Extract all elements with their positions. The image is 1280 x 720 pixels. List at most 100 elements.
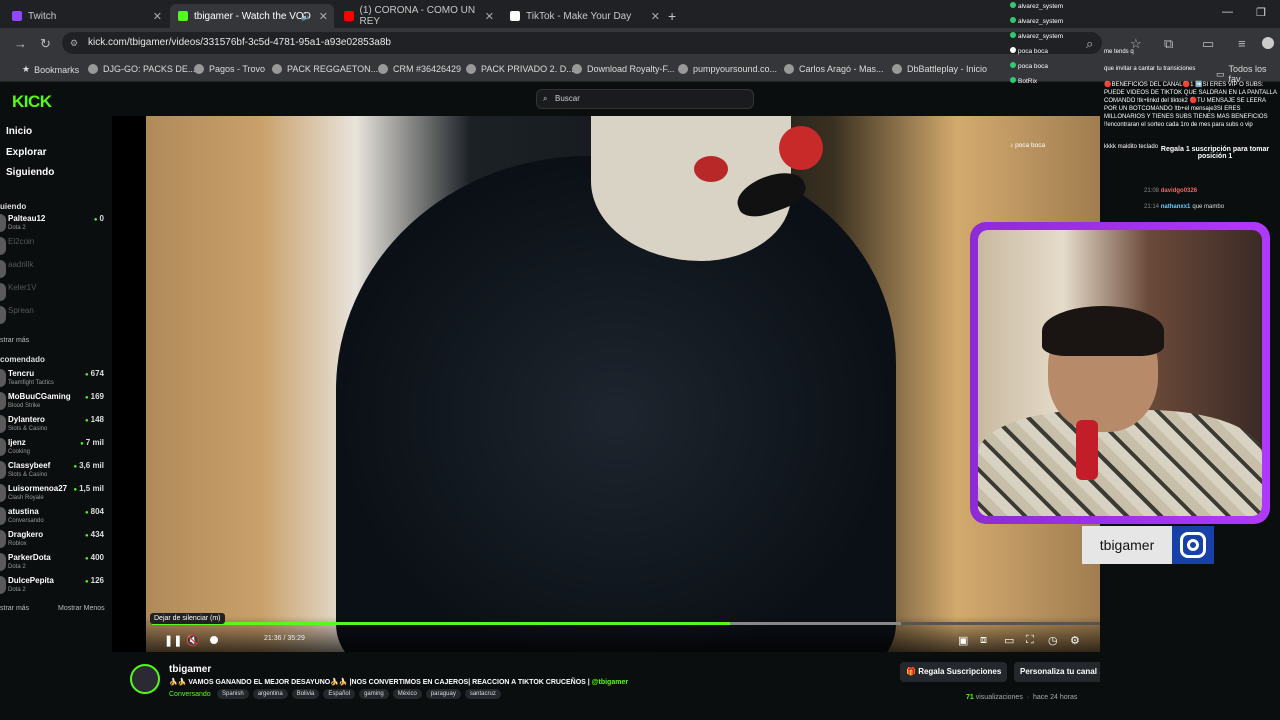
sidebar-channel[interactable]: MoBuuCGaming Blood Strike 169 — [0, 390, 108, 412]
progress-bar[interactable] — [152, 622, 1100, 625]
tag-pill[interactable]: paraguay — [425, 689, 461, 699]
theater-icon[interactable]: ▭ — [1004, 634, 1014, 647]
sidebar-nav-explorar[interactable]: Explorar — [6, 147, 47, 158]
personalize-button[interactable]: Personaliza tu canal ⇗ — [1014, 662, 1112, 682]
overlay-benefits: 🔴BENEFICIOS DEL CANAL🔴1 ➡️SI ERES VIP O … — [1104, 82, 1277, 128]
avatar — [0, 237, 6, 255]
close-icon[interactable]: ✕ — [153, 10, 162, 23]
overlay-message: que invitar a cantar tu transiciones — [1104, 66, 1196, 72]
sidebar-channel[interactable]: Classybeef Slots & Casino 3,6 mil — [0, 459, 108, 481]
volume-slider[interactable] — [210, 636, 218, 644]
bookmark-item[interactable]: DJG-GO: PACKS DE... — [88, 64, 195, 74]
bookmark-item[interactable]: Pagos - Trovo — [194, 64, 265, 74]
bookmark-item[interactable]: PACK REGGAETON... — [272, 64, 378, 74]
tab-kick-vod[interactable]: tbigamer - Watch the VOD 🔈 ✕ — [170, 4, 334, 28]
gift-icon: 🎁 — [906, 667, 919, 676]
tag-pill[interactable]: Español — [323, 689, 356, 699]
channel-name: Sprean — [8, 306, 34, 315]
sidebar-channel[interactable]: Dylantero Slots & Casino 148 — [0, 413, 108, 435]
tag-pill[interactable]: argentina — [252, 689, 288, 699]
following-header: uiendo — [0, 202, 27, 211]
search-input[interactable]: ⌕ Buscar — [536, 89, 754, 109]
bookmark-item[interactable]: PACK PRIVADO 2. D... — [466, 64, 574, 74]
sidebar-channel[interactable]: Dragkero Roblox 434 — [0, 528, 108, 550]
sidebar-channel[interactable]: atustina Conversando 804 — [0, 505, 108, 527]
show-less[interactable]: Mostrar Menos — [58, 605, 105, 612]
bookmark-item[interactable]: pumpyoursound.co... — [678, 64, 777, 74]
forward-icon[interactable]: → — [14, 36, 27, 51]
bookmark-item[interactable]: DbBattleplay - Inicio — [892, 64, 987, 74]
bookmark-item[interactable]: CRM #36426429 — [378, 64, 461, 74]
sidebar-channel[interactable]: Tencru Teamfight Tactics 674 — [0, 367, 108, 389]
views-meta: 71 visualizaciones · hace 24 horas — [966, 694, 1078, 701]
channel-game: Roblox — [8, 541, 27, 547]
speaker-icon[interactable]: 🔈 — [301, 11, 312, 22]
reload-icon[interactable]: ↻ — [40, 36, 51, 52]
tab-youtube[interactable]: (1) CORONA - COMO UN REY ✕ — [336, 4, 500, 28]
video-frame[interactable] — [146, 116, 1100, 652]
sidebar-channel[interactable]: Palteau12 Dota 2 0 — [0, 212, 108, 234]
close-icon[interactable]: ✕ — [319, 10, 328, 23]
avatar — [0, 507, 6, 525]
close-icon[interactable]: ✕ — [651, 10, 660, 23]
category-link[interactable]: Conversando — [169, 691, 211, 698]
sidebar-nav-inicio[interactable]: Inicio — [6, 126, 32, 137]
tab-twitch[interactable]: Twitch ✕ — [4, 4, 168, 28]
tab-tiktok[interactable]: TikTok - Make Your Day ✕ — [502, 4, 666, 28]
channel-name: Luisormenoa27 — [8, 484, 68, 493]
kick-logo[interactable]: KICK — [12, 92, 52, 112]
channel-name: MoBuuCGaming — [8, 392, 71, 401]
bookmark-item[interactable]: Carlos Aragó - Mas... — [784, 64, 884, 74]
sidebar-nav-siguiendo[interactable]: Siguiendo — [6, 167, 54, 178]
bookmark-item[interactable]: ★ Bookmarks — [22, 64, 79, 75]
tag-pill[interactable]: México — [392, 689, 422, 699]
minimize-icon[interactable]: — — [1222, 6, 1233, 18]
settings-icon[interactable]: ⚙ — [1070, 634, 1080, 647]
bookmark-item[interactable]: Download Royalty-F... — [572, 64, 675, 74]
viewer-count: 3,6 mil — [73, 461, 104, 470]
chat-message: 21:08 davidgo0326 — [1144, 188, 1198, 194]
nameplate: tbigamer — [1082, 526, 1214, 564]
tag-pill[interactable]: Spanish — [217, 689, 249, 699]
viewer-count — [102, 283, 104, 292]
pause-icon[interactable]: ❚❚ — [164, 634, 182, 647]
avatar[interactable] — [130, 664, 160, 694]
mute-icon[interactable]: 🔇 — [186, 634, 200, 647]
url-field[interactable]: ⚙ kick.com/tbigamer/videos/331576bf-3c5d… — [62, 32, 1102, 54]
close-icon[interactable]: ✕ — [485, 10, 494, 23]
overlay-user: poca boca — [1010, 47, 1048, 55]
sidebar-channel[interactable]: El2coin — [0, 235, 108, 257]
maximize-icon[interactable]: ❐ — [1256, 6, 1266, 19]
gift-subs-button[interactable]: 🎁 Regala Suscripciones — [900, 662, 1008, 682]
tag-pill[interactable]: santacruz — [464, 689, 501, 699]
show-more-recommended[interactable]: strar más — [0, 605, 29, 612]
show-more-following[interactable]: strar más — [0, 337, 29, 344]
viewer-count: 674 — [85, 369, 104, 378]
channel-name: ljenz — [8, 438, 26, 447]
globe-icon — [466, 64, 476, 74]
globe-icon — [784, 64, 794, 74]
channel-name: Keler1V — [8, 283, 37, 292]
clip-icon[interactable]: ▣ — [958, 634, 968, 647]
sidebar-channel[interactable]: ljenz Cooking 7 mil — [0, 436, 108, 458]
sidebar-channel[interactable]: Sprean — [0, 304, 108, 326]
zoom-icon[interactable]: ⌕ — [1086, 36, 1093, 52]
speed-icon[interactable]: ◷ — [1048, 634, 1058, 647]
tag-pill[interactable]: gaming — [359, 689, 389, 699]
tag-pill[interactable]: Bolivia — [291, 689, 320, 699]
sidebar-channel[interactable]: Luisormenoa27 Clash Royale 1,5 mil — [0, 482, 108, 504]
tiktok-icon — [510, 11, 520, 21]
overlay-message: me tends q — [1104, 49, 1134, 55]
channel-name[interactable]: tbigamer — [169, 664, 211, 675]
fullscreen-icon[interactable]: ⛶ — [1026, 634, 1034, 647]
channel-game: Teamfight Tactics — [8, 380, 54, 386]
address-bar: → ↻ ⚙ kick.com/tbigamer/videos/331576bf-… — [0, 28, 1280, 58]
sidebar-channel[interactable]: ParkerDota Dota 2 400 — [0, 551, 108, 573]
site-info-icon[interactable]: ⚙ — [70, 32, 78, 54]
sidebar-channel[interactable]: aadrillk — [0, 258, 108, 280]
sidebar-channel[interactable]: Keler1V — [0, 281, 108, 303]
sidebar-channel[interactable]: DulcePepita Dota 2 126 — [0, 574, 108, 596]
avatar — [0, 260, 6, 278]
new-tab-button[interactable]: + — [668, 4, 688, 28]
pip-icon[interactable]: ⧈ — [980, 634, 987, 647]
